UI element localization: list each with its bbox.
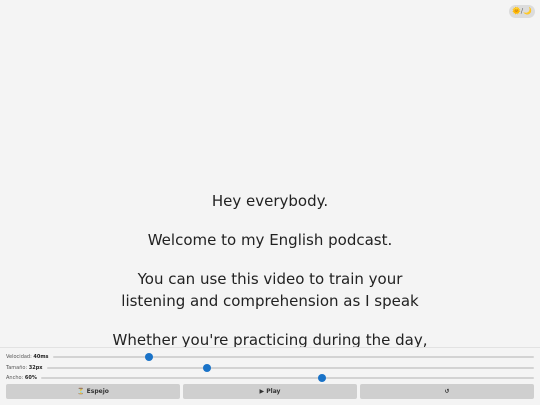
size-label: Tamaño: 32px xyxy=(6,364,43,371)
script-line: You can use this video to train your lis… xyxy=(121,270,419,310)
speed-value: 40ms xyxy=(33,353,49,360)
width-slider-row: Ancho: 60% xyxy=(6,372,534,383)
prompter-area: Hey everybody. Welcome to my English pod… xyxy=(0,0,540,347)
width-slider[interactable] xyxy=(40,373,534,382)
script-line: Whether you're practicing during the day… xyxy=(112,331,428,347)
size-slider[interactable] xyxy=(46,363,534,372)
script-text: Hey everybody. Welcome to my English pod… xyxy=(0,190,540,347)
mirror-button[interactable]: ⏳ Espejo xyxy=(6,384,180,399)
control-panel: Velocidad: 40ms Tamaño: 32px Ancho: 60% … xyxy=(0,347,540,405)
reset-button[interactable]: ↺ xyxy=(360,384,534,399)
width-slider-thumb[interactable] xyxy=(317,373,326,382)
play-button[interactable]: ▶ Play xyxy=(183,384,357,399)
script-line: Hey everybody. xyxy=(211,192,329,210)
speed-slider[interactable] xyxy=(52,352,534,361)
button-row: ⏳ Espejo ▶ Play ↺ xyxy=(6,384,534,399)
speed-slider-row: Velocidad: 40ms xyxy=(6,351,534,362)
speed-label: Velocidad: 40ms xyxy=(6,353,49,360)
width-label: Ancho: 60% xyxy=(6,374,37,381)
script-line: Welcome to my English podcast. xyxy=(147,231,393,249)
width-value: 60% xyxy=(24,374,37,381)
size-slider-thumb[interactable] xyxy=(203,363,212,372)
speed-slider-thumb[interactable] xyxy=(144,352,153,361)
theme-toggle-button[interactable]: 🌞/🌙 xyxy=(509,5,535,18)
size-value: 32px xyxy=(28,364,43,371)
